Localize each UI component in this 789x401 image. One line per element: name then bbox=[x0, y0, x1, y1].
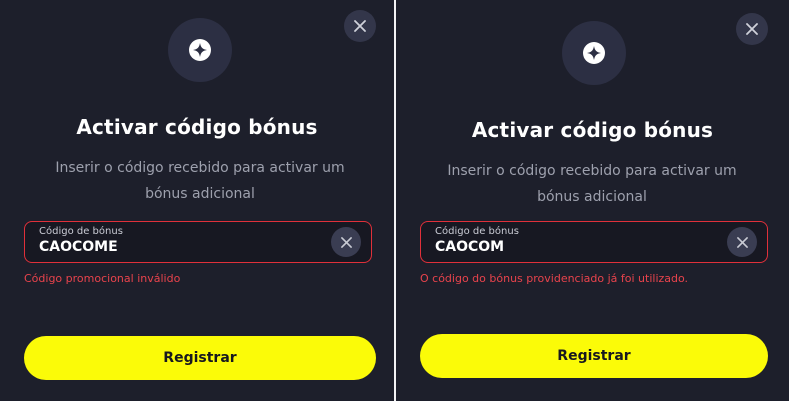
close-icon bbox=[354, 20, 366, 32]
clear-input-button[interactable] bbox=[727, 227, 757, 257]
bonus-code-input[interactable] bbox=[435, 239, 715, 255]
dialog-subtitle: Inserir o código recebido para activar u… bbox=[55, 160, 345, 202]
close-icon bbox=[746, 23, 758, 35]
register-button[interactable]: Registrar bbox=[24, 336, 376, 380]
clear-icon bbox=[340, 236, 352, 248]
dialog-title: Activar código bónus bbox=[471, 118, 714, 142]
sparkle-icon bbox=[189, 39, 211, 61]
bonus-dialog-left: Activar código bónus Inserir o código re… bbox=[0, 0, 394, 401]
bonus-dialog-right: Activar código bónus Inserir o código re… bbox=[396, 0, 789, 401]
bonus-badge bbox=[168, 18, 232, 82]
close-button[interactable] bbox=[344, 10, 376, 42]
sparkle-icon bbox=[583, 42, 605, 64]
clear-input-button[interactable] bbox=[331, 227, 361, 257]
error-message: Código promocional inválido bbox=[24, 272, 181, 285]
bonus-code-field[interactable]: Código de bónus bbox=[24, 221, 372, 263]
close-button[interactable] bbox=[736, 13, 768, 45]
clear-icon bbox=[736, 236, 748, 248]
screenshot-stage: Activar código bónus Inserir o código re… bbox=[0, 0, 789, 401]
bonus-code-label: Código de bónus bbox=[435, 226, 519, 237]
dialog-subtitle: Inserir o código recebido para activar u… bbox=[447, 163, 737, 205]
bonus-badge bbox=[562, 21, 626, 85]
bonus-code-input[interactable] bbox=[39, 239, 319, 255]
dialog-title: Activar código bónus bbox=[76, 115, 318, 139]
register-button[interactable]: Registrar bbox=[420, 334, 768, 378]
bonus-code-field[interactable]: Código de bónus bbox=[420, 221, 768, 263]
bonus-code-label: Código de bónus bbox=[39, 226, 123, 237]
error-message: O código do bónus providenciado já foi u… bbox=[420, 272, 689, 285]
